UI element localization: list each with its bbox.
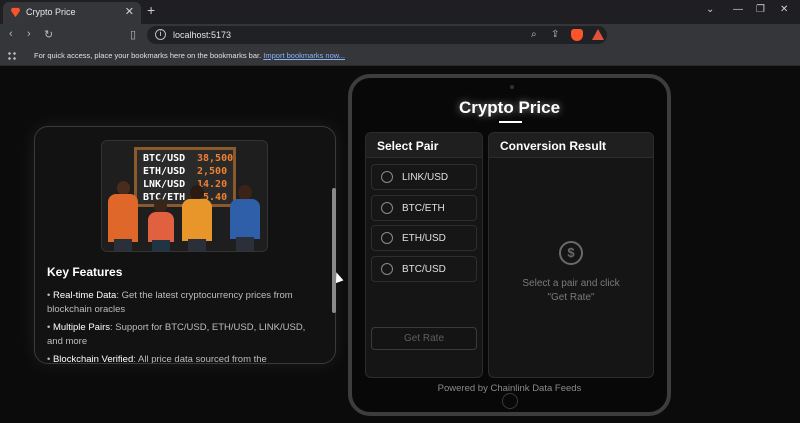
features-title: Key Features [47, 265, 123, 279]
url-text[interactable]: localhost:5173 [173, 30, 231, 40]
feature-item: • Real-time Data: Get the latest cryptoc… [47, 290, 293, 315]
select-pair-header: Select Pair [366, 133, 482, 158]
result-hint: Select a pair and click "Get Rate" [522, 278, 620, 303]
radio-icon[interactable] [381, 232, 393, 244]
exchange-dollar-icon: $ [559, 241, 583, 265]
pair-option[interactable]: BTC/ETH [371, 195, 477, 221]
bookmark-icon[interactable]: ▯ [130, 28, 136, 41]
camera-icon [510, 85, 514, 89]
address-bar[interactable]: i localhost:5173 ⌕ ⇪ [147, 26, 607, 44]
feature-label: Blockchain Verified [52, 354, 134, 364]
radio-icon[interactable] [381, 263, 393, 275]
bookmarks-hint: For quick access, place your bookmarks h… [34, 51, 345, 60]
conversion-result-header: Conversion Result [489, 133, 653, 158]
board-pair: LNK/USD [143, 179, 186, 190]
tab-title: Crypto Price [26, 7, 76, 17]
zoom-icon[interactable]: ⌕ [531, 29, 537, 40]
radio-icon[interactable] [381, 202, 393, 214]
radio-icon[interactable] [381, 171, 393, 183]
title-underline [499, 121, 522, 123]
restore-icon[interactable]: ❐ [756, 4, 765, 15]
pair-label: ETH/USD [402, 233, 446, 244]
board-price: 38,500 [197, 153, 234, 164]
bookmarks-bar: For quick access, place your bookmarks h… [0, 46, 800, 66]
price-board-illustration: BTC/USD 38,500 ETH/USD 2,500 LNK/USD 14.… [101, 140, 268, 252]
conversion-result-panel: Conversion Result $ Select a pair and cl… [488, 132, 654, 378]
feature-label: Real-time Data [52, 290, 117, 301]
feature-label: Multiple Pairs [52, 322, 110, 333]
reload-icon[interactable]: ↻ [44, 28, 53, 41]
import-bookmarks-link[interactable]: Import bookmarks now... [263, 51, 345, 60]
pair-option[interactable]: BTC/USD [371, 256, 477, 282]
forward-icon[interactable]: › [27, 28, 31, 40]
person-figure [180, 185, 214, 251]
new-tab-button[interactable]: + [147, 2, 155, 18]
brave-rewards-icon[interactable] [592, 29, 604, 40]
select-pair-panel: Select Pair LINK/USD BTC/ETH ETH/USD BTC… [365, 132, 483, 378]
browser-toolbar: ‹ › ↻ ▯ i localhost:5173 ⌕ ⇪ ◧ ◆ ⧉ ⤓ ▥ ✧… [0, 24, 800, 63]
person-figure [146, 199, 176, 251]
board-row: BTC/USD 38,500 [143, 153, 233, 164]
board-pair: ETH/USD [143, 166, 186, 177]
features-scrollbar[interactable] [332, 188, 336, 313]
pair-label: BTC/USD [402, 264, 446, 275]
close-window-icon[interactable]: ✕ [780, 4, 788, 15]
board-price: 2,500 [197, 166, 228, 177]
app-title: Crypto Price [458, 98, 561, 117]
person-figure [228, 185, 262, 251]
brave-favicon-icon [10, 7, 21, 18]
feature-item: • Blockchain Verified: All price data so… [47, 354, 267, 364]
share-icon[interactable]: ⇪ [551, 29, 559, 40]
pair-label: LINK/USD [402, 172, 449, 183]
feature-item: • Multiple Pairs: Support for BTC/USD, E… [47, 322, 306, 347]
board-row: ETH/USD 2,500 [143, 166, 227, 177]
person-figure [106, 181, 140, 251]
get-rate-button[interactable]: Get Rate [371, 327, 477, 350]
board-row: LNK/USD 14.20 [143, 179, 227, 190]
site-info-icon[interactable]: i [155, 29, 166, 40]
board-pair: BTC/USD [143, 153, 186, 164]
tablet-frame: Crypto Price Select Pair LINK/USD BTC/ET… [348, 74, 671, 416]
back-icon[interactable]: ‹ [9, 28, 13, 40]
features-card: BTC/USD 38,500 ETH/USD 2,500 LNK/USD 14.… [34, 126, 336, 364]
pair-label: BTC/ETH [402, 203, 445, 214]
home-button[interactable] [502, 393, 518, 409]
bookmarks-hint-text: For quick access, place your bookmarks h… [34, 51, 262, 60]
feature-text: : All price data sourced from the [133, 354, 267, 364]
browser-tab[interactable]: Crypto Price ✕ [3, 2, 141, 24]
tab-search-icon[interactable]: ⌄ [706, 4, 714, 15]
minimize-icon[interactable]: — [733, 4, 743, 15]
apps-grid-icon[interactable] [7, 51, 17, 61]
tab-close-icon[interactable]: ✕ [125, 5, 134, 18]
pair-option[interactable]: LINK/USD [371, 164, 477, 190]
brave-shields-icon[interactable] [571, 29, 583, 41]
pair-option[interactable]: ETH/USD [371, 225, 477, 251]
page-content: BTC/USD 38,500 ETH/USD 2,500 LNK/USD 14.… [0, 66, 800, 423]
browser-tab-strip: Crypto Price ✕ + ⌄ — ❐ ✕ [0, 0, 800, 24]
